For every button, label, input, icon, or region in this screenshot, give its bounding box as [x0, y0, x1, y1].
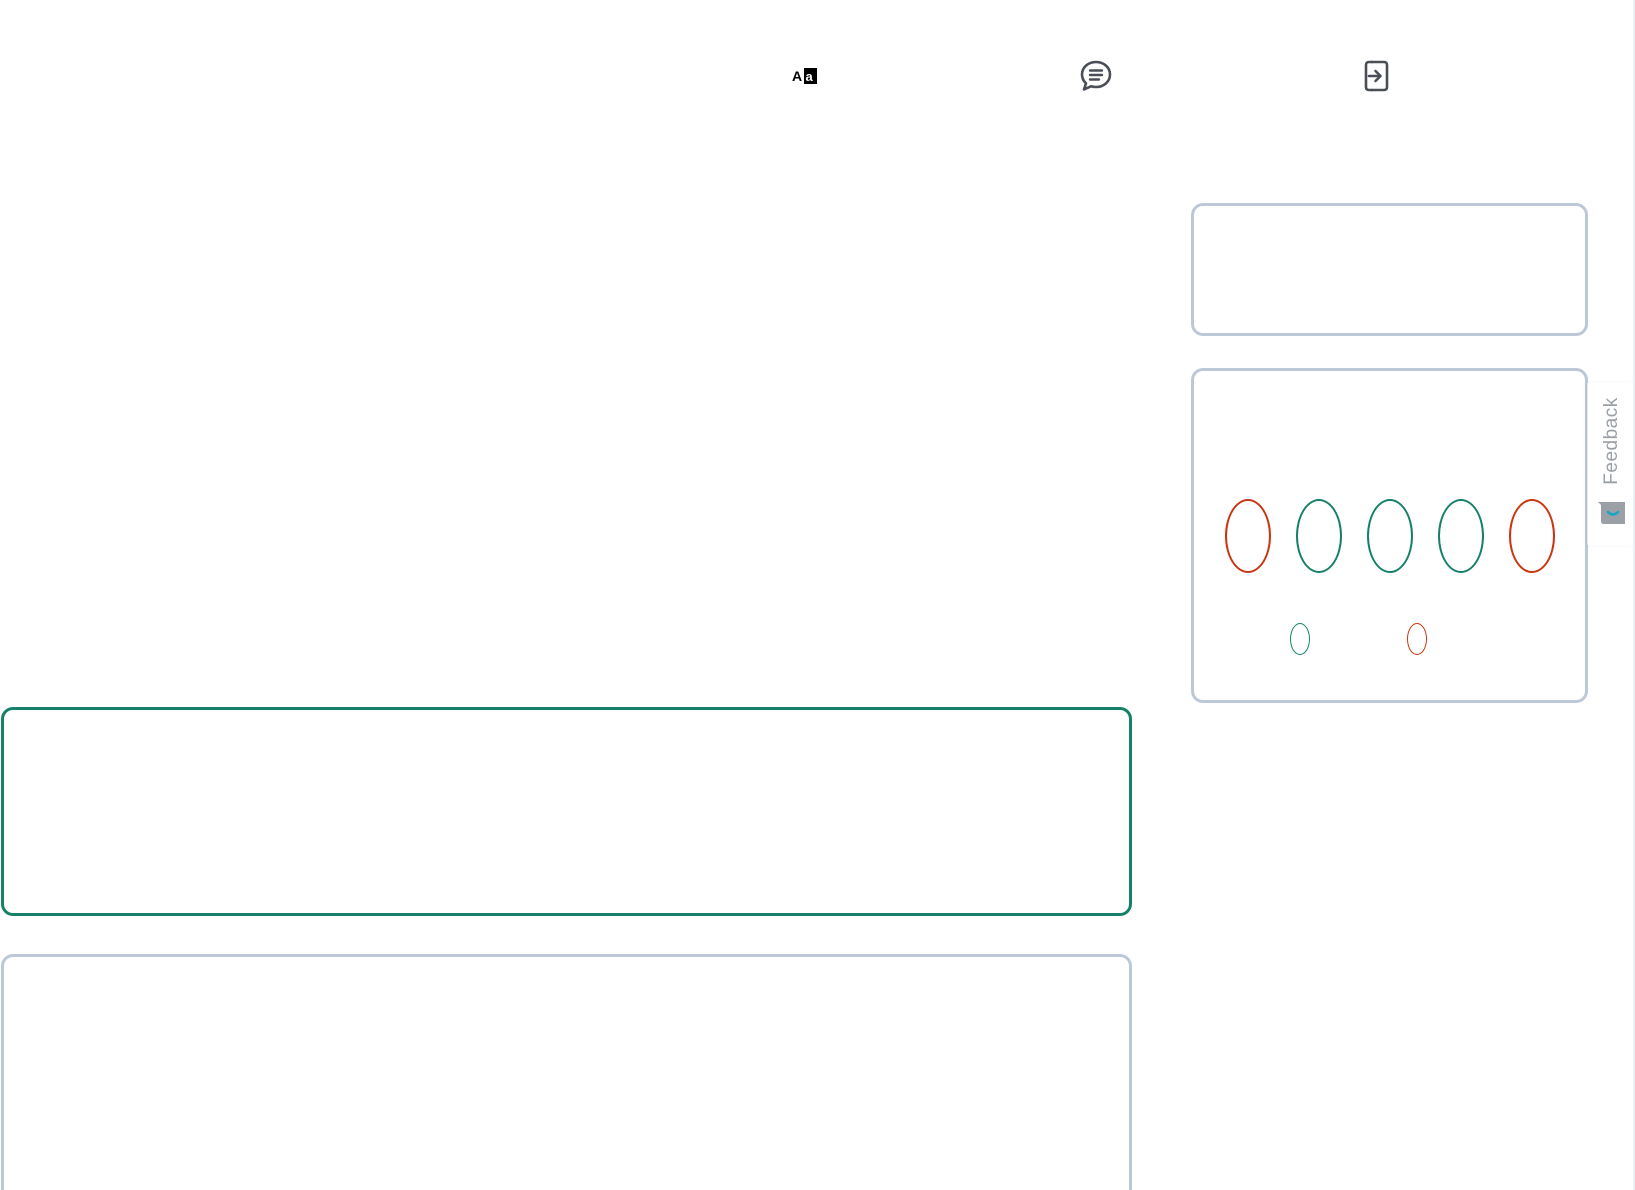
progress-indicators-card: [1191, 368, 1588, 703]
page: A a Feedback: [0, 0, 1635, 1190]
answer-panel-selected[interactable]: [1, 707, 1132, 916]
feedback-label: Feedback: [1601, 397, 1622, 485]
translate-icon[interactable]: A a: [787, 58, 823, 94]
svg-text:a: a: [806, 69, 814, 84]
translate-glyph-big: A: [792, 68, 802, 84]
login-icon[interactable]: [1357, 58, 1393, 94]
question-status-correct[interactable]: [1367, 499, 1413, 573]
feedback-tab[interactable]: Feedback: [1587, 383, 1635, 545]
feedback-smile-icon: [1597, 500, 1627, 531]
question-status-incorrect[interactable]: [1225, 499, 1271, 573]
score-incorrect-indicator: [1407, 623, 1427, 655]
score-correct-indicator: [1290, 623, 1310, 655]
question-status-correct[interactable]: [1296, 499, 1342, 573]
answer-panel[interactable]: [1, 954, 1132, 1190]
chat-icon[interactable]: [1078, 58, 1114, 94]
question-status-incorrect[interactable]: [1509, 499, 1555, 573]
info-card: [1191, 203, 1588, 336]
question-status-correct[interactable]: [1438, 499, 1484, 573]
